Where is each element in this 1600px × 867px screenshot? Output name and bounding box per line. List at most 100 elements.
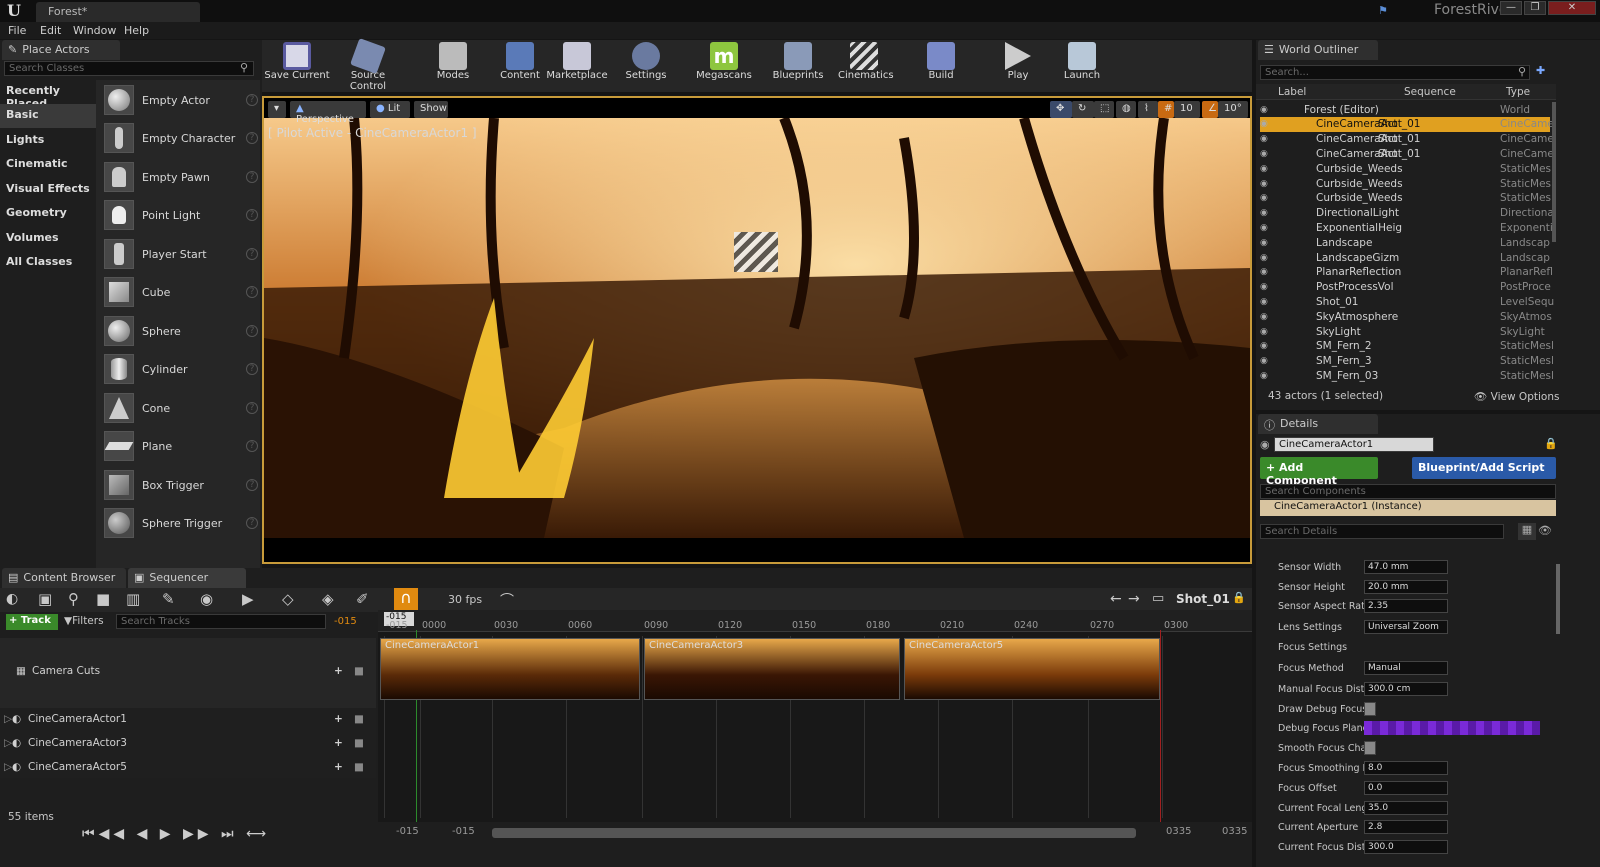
rotation-snap-icon[interactable]: ∠ (1202, 101, 1218, 118)
property-value-field[interactable]: 47.0 mm (1364, 560, 1448, 574)
play-button[interactable]: Play (1000, 42, 1036, 90)
actor-item[interactable]: Plane? (104, 428, 258, 464)
key-icon[interactable]: ◇ (282, 590, 294, 608)
actor-item[interactable]: Empty Actor? (104, 82, 258, 118)
add-key-icon[interactable]: + (334, 761, 343, 773)
visibility-eye-icon[interactable]: ◉ (1260, 105, 1274, 115)
checkbox[interactable] (1364, 741, 1376, 755)
rotate-icon[interactable]: ↻ (1072, 101, 1094, 118)
debug-focus-color-swatch[interactable] (1364, 721, 1540, 735)
actor-item[interactable]: Cylinder? (104, 351, 258, 387)
tab-place-actors[interactable]: ✎ Place Actors (2, 40, 120, 60)
camera-cut-clip[interactable]: CineCameraActor5 (904, 638, 1160, 700)
actor-item[interactable]: Empty Character? (104, 120, 258, 156)
help-icon[interactable]: ? (246, 132, 258, 144)
outliner-row[interactable]: ◉ CineCameraAct Shot_01 CineCame (1260, 116, 1554, 132)
range-scrollbar[interactable] (492, 828, 1136, 838)
menu-window[interactable]: Window (73, 24, 116, 37)
visibility-eye-icon[interactable]: ◉ (1260, 253, 1274, 263)
help-icon[interactable]: ? (246, 248, 258, 260)
sequencer-track[interactable]: ▦ Camera Cuts + ■ (4, 660, 376, 682)
actor-item[interactable]: Box Trigger? (104, 467, 258, 503)
outliner-row[interactable]: ◉ LandscapeGizm Landscap (1260, 250, 1550, 265)
snap-magnet-icon[interactable]: ∩ (394, 588, 418, 612)
auto-key-icon[interactable]: ◈ (322, 590, 334, 608)
launch-button[interactable]: Launch (1062, 42, 1102, 90)
visibility-eye-icon[interactable]: ◉ (1260, 193, 1274, 203)
blueprint-button[interactable]: Blueprint/Add Script (1412, 457, 1556, 479)
perspective-button[interactable]: ▲ Perspective (290, 101, 366, 125)
actor-item[interactable]: Cone? (104, 390, 258, 426)
actor-item[interactable]: Player Start? (104, 236, 258, 272)
tab-world-outliner[interactable]: ☰ World Outliner (1258, 40, 1378, 60)
outliner-row[interactable]: ◉ SM_Fern_3 StaticMesl (1260, 354, 1554, 369)
actor-item[interactable]: Cube? (104, 274, 258, 310)
help-icon[interactable]: ? (246, 286, 258, 298)
visibility-eye-icon[interactable]: ◉ (1260, 164, 1274, 174)
sequencer-track[interactable]: ▷ ◐ CineCameraActor1 + ■ (4, 708, 376, 730)
add-key-icon[interactable]: + (334, 737, 343, 749)
blueprints-button[interactable]: Blueprints (772, 42, 824, 90)
close-button[interactable]: ✕ (1548, 1, 1596, 15)
outliner-row[interactable]: ◉ CineCameraAct Shot_01 CineCame (1260, 146, 1554, 161)
outliner-row[interactable]: ◉ Forest (Editor) World (1260, 102, 1550, 117)
show-button[interactable]: Show (414, 101, 448, 118)
category-cinematic[interactable]: Cinematic (0, 153, 96, 177)
category-volumes[interactable]: Volumes (0, 227, 96, 251)
category-recently-placed[interactable]: Recently Placed (0, 80, 96, 110)
minimize-button[interactable]: — (1500, 1, 1522, 15)
col-label[interactable]: Label (1278, 86, 1306, 98)
property-value-field[interactable]: Universal Zoom (1364, 620, 1448, 634)
track-options-icon[interactable]: ■ (354, 761, 364, 773)
tab-sequencer[interactable]: ▣ Sequencer (128, 568, 246, 588)
property-value-field[interactable]: 20.0 mm (1364, 580, 1448, 594)
outliner-row[interactable]: ◉ DirectionalLight Directiona (1260, 206, 1554, 221)
search-tracks-input[interactable]: Search Tracks (116, 614, 326, 629)
add-key-icon[interactable]: + (334, 665, 343, 677)
menu-edit[interactable]: Edit (40, 24, 61, 37)
visibility-eye-icon[interactable]: ◉ (1260, 149, 1274, 159)
source-control-icon[interactable]: ⚑ (1378, 4, 1392, 18)
outliner-row[interactable]: ◉ SkyAtmosphere SkyAtmos (1260, 309, 1552, 324)
modes-button[interactable]: Modes (430, 42, 476, 90)
camera-cut-clip[interactable]: CineCameraActor3 (644, 638, 900, 700)
maximize-button[interactable]: ❐ (1524, 1, 1546, 15)
megascans-button[interactable]: m Megascans (694, 42, 754, 90)
outliner-row[interactable]: ◉ Shot_01 LevelSequ (1260, 294, 1554, 309)
render-movie-icon[interactable]: ▥ (126, 590, 140, 608)
build-button[interactable]: Build (922, 42, 960, 90)
pencil-icon[interactable]: ✐ (356, 590, 369, 608)
scale-icon[interactable]: ⬚ (1094, 101, 1114, 118)
camera-cut-clip[interactable]: CineCameraActor1 (380, 638, 640, 700)
help-icon[interactable]: ? (246, 94, 258, 106)
track-options-icon[interactable]: ■ (354, 737, 364, 749)
visibility-eye-icon[interactable]: ◉ (1260, 267, 1274, 277)
content-button[interactable]: Content (498, 42, 542, 90)
visibility-eye-icon[interactable]: ◉ (1260, 134, 1274, 144)
camera-icon[interactable]: ■ (96, 590, 110, 608)
sequencer-track[interactable]: ▷ ◐ CineCameraActor5 + ■ (4, 756, 376, 778)
actor-item[interactable]: Sphere Trigger? (104, 505, 258, 541)
outliner-row[interactable]: ◉ SM_Fern_2 StaticMesl (1260, 339, 1554, 354)
outliner-row[interactable]: ◉ ExponentialHeig Exponenti (1260, 220, 1553, 235)
col-sequence[interactable]: Sequence (1404, 86, 1456, 98)
visibility-eye-icon[interactable]: ◉ (1260, 119, 1274, 129)
help-icon[interactable]: ? (246, 325, 258, 337)
add-component-button[interactable]: + Add Component (1260, 457, 1378, 487)
menu-file[interactable]: File (8, 24, 26, 37)
property-value-field[interactable]: Manual (1364, 661, 1448, 675)
filters-button[interactable]: ▼Filters (64, 615, 104, 627)
world-icon[interactable]: ◐ (6, 591, 18, 607)
forward-arrow-icon[interactable]: → (1128, 591, 1140, 607)
outliner-scrollbar[interactable] (1552, 102, 1556, 242)
document-tab[interactable]: Forest* (36, 2, 200, 22)
outliner-search-input[interactable]: Search... (1260, 65, 1530, 80)
clapperboard-icon[interactable] (734, 232, 778, 272)
pilot-active-label[interactable]: [ Pilot Active - CineCameraActor1 ] (268, 126, 477, 140)
help-icon[interactable]: ? (246, 479, 258, 491)
cinematics-button[interactable]: Cinematics (838, 42, 894, 90)
save-icon[interactable]: ▣ (38, 590, 52, 608)
search-classes-input[interactable]: Search Classes (4, 61, 254, 76)
search-icon[interactable]: ⚲ (68, 590, 79, 608)
marketplace-button[interactable]: Marketplace (546, 42, 608, 90)
